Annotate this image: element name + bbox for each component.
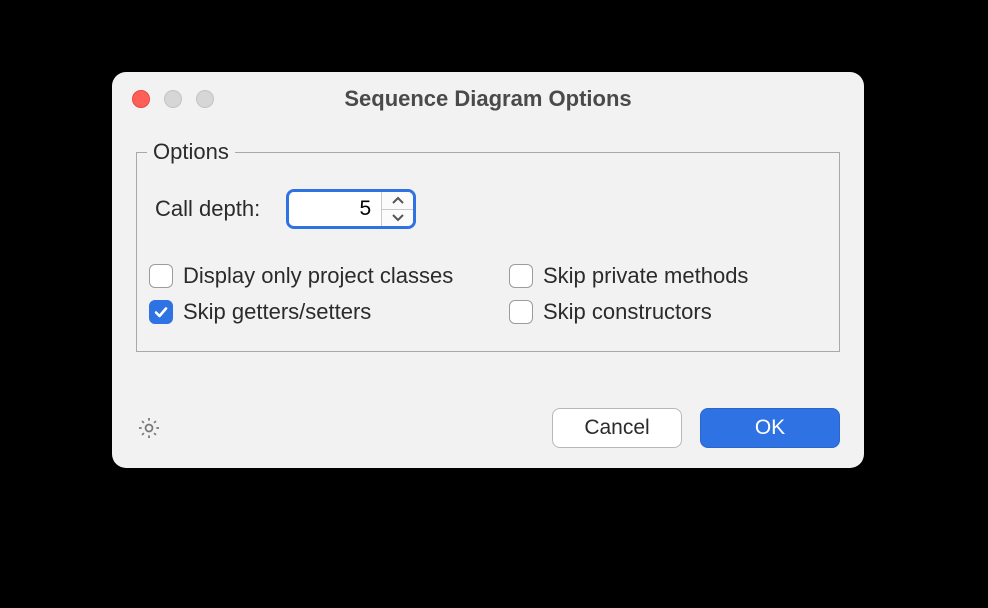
checkbox-label: Skip getters/setters xyxy=(183,299,371,325)
checkbox-box xyxy=(509,300,533,324)
checkbox-skip-constructors[interactable]: Skip constructors xyxy=(509,299,829,325)
call-depth-input[interactable] xyxy=(289,192,381,226)
window-zoom-button[interactable] xyxy=(196,90,214,108)
window-close-button[interactable] xyxy=(132,90,150,108)
call-depth-label: Call depth: xyxy=(155,196,260,222)
options-legend: Options xyxy=(147,139,235,165)
ok-button[interactable]: OK xyxy=(700,408,840,448)
checkbox-display-project-classes[interactable]: Display only project classes xyxy=(149,263,509,289)
stepper-buttons xyxy=(381,192,413,226)
checkbox-skip-getters-setters[interactable]: Skip getters/setters xyxy=(149,299,509,325)
cancel-button[interactable]: Cancel xyxy=(552,408,682,448)
window-controls xyxy=(132,90,214,108)
step-down-button[interactable] xyxy=(382,209,413,227)
checkbox-grid: Display only project classes Skip privat… xyxy=(149,263,829,325)
call-depth-row: Call depth: xyxy=(155,189,416,229)
dialog-title: Sequence Diagram Options xyxy=(344,86,631,112)
step-up-button[interactable] xyxy=(382,192,413,209)
call-depth-stepper[interactable] xyxy=(286,189,416,229)
checkbox-box xyxy=(509,264,533,288)
titlebar: Sequence Diagram Options xyxy=(112,72,864,126)
checkbox-skip-private-methods[interactable]: Skip private methods xyxy=(509,263,829,289)
button-row: Cancel OK xyxy=(112,388,864,468)
checkbox-box xyxy=(149,264,173,288)
checkbox-box xyxy=(149,300,173,324)
checkbox-label: Display only project classes xyxy=(183,263,453,289)
dialog-window: Sequence Diagram Options Options Call de… xyxy=(112,72,864,468)
checkbox-label: Skip constructors xyxy=(543,299,712,325)
window-minimize-button[interactable] xyxy=(164,90,182,108)
gear-icon[interactable] xyxy=(136,415,162,441)
options-fieldset: Options Call depth: Display only project xyxy=(136,152,840,352)
checkbox-label: Skip private methods xyxy=(543,263,748,289)
